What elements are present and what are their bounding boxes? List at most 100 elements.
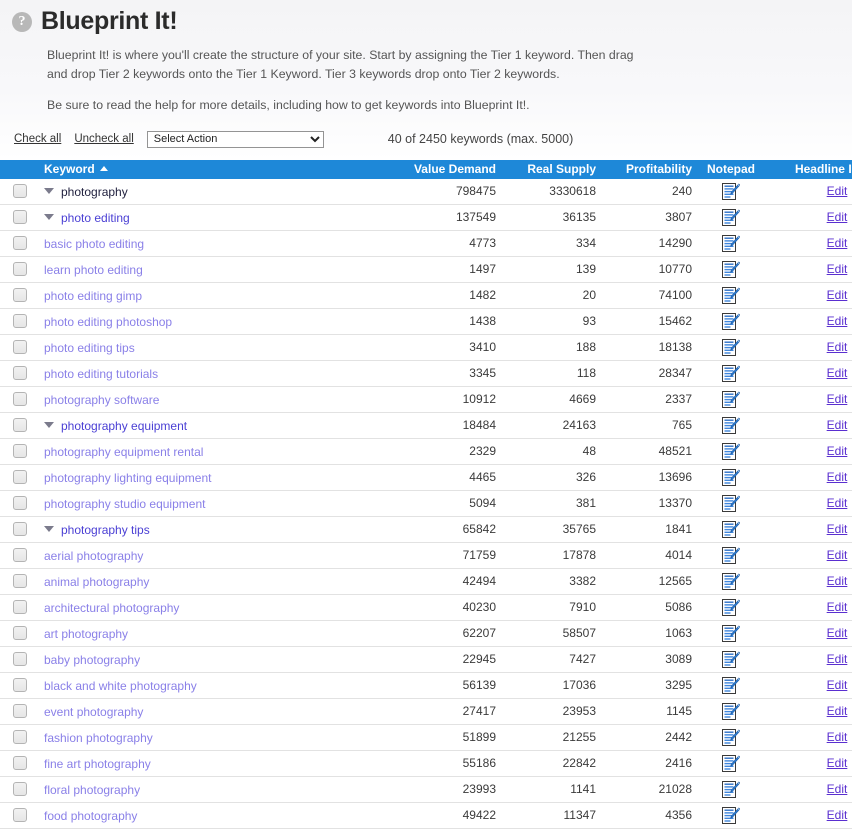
keyword-cell-tier3[interactable]: photography equipment rental [40,438,398,464]
table-row[interactable]: fashion photography51899212552442Edit [0,724,852,750]
keyword-label[interactable]: photo editing gimp [44,288,142,302]
table-row[interactable]: learn photo editing149713910770Edit [0,256,852,282]
keyword-cell-tier3[interactable]: photography studio equipment [40,490,398,516]
table-row[interactable]: photography equipment rental23294848521E… [0,438,852,464]
notepad-icon[interactable] [722,806,740,825]
keyword-label[interactable]: food photography [44,808,137,822]
keyword-label[interactable]: photography [61,184,128,198]
table-row[interactable]: baby photography2294574273089Edit [0,646,852,672]
edit-link[interactable]: Edit [827,210,848,224]
table-row[interactable]: photo editing137549361353807Edit [0,204,852,230]
notepad-icon[interactable] [722,182,740,201]
keyword-label[interactable]: photography lighting equipment [44,470,211,484]
edit-link[interactable]: Edit [827,444,848,458]
edit-link[interactable]: Edit [827,600,848,614]
row-checkbox[interactable] [13,236,27,250]
keyword-label[interactable]: art photography [44,626,128,640]
edit-link[interactable]: Edit [827,496,848,510]
keyword-label[interactable]: learn photo editing [44,262,143,276]
table-row[interactable]: art photography62207585071063Edit [0,620,852,646]
notepad-icon[interactable] [722,702,740,721]
notepad-icon[interactable] [722,286,740,305]
expand-collapse-caret-icon[interactable] [44,422,54,428]
edit-link[interactable]: Edit [827,782,848,796]
row-checkbox[interactable] [13,704,27,718]
keyword-cell-tier3[interactable]: basic photo editing [40,230,398,256]
edit-link[interactable]: Edit [827,548,848,562]
keyword-label[interactable]: fashion photography [44,730,153,744]
question-mark-circle-icon[interactable]: ? [12,12,32,32]
table-row[interactable]: floral photography23993114121028Edit [0,776,852,802]
row-checkbox[interactable] [13,314,27,328]
keyword-cell-tier3[interactable]: photo editing tutorials [40,360,398,386]
keyword-label[interactable]: animal photography [44,574,149,588]
table-row[interactable]: fine art photography55186228422416Edit [0,750,852,776]
keyword-cell-tier3[interactable]: aerial photography [40,542,398,568]
keyword-cell-tier3[interactable]: baby photography [40,646,398,672]
row-checkbox[interactable] [13,652,27,666]
notepad-icon[interactable] [722,728,740,747]
keyword-cell-tier3[interactable]: fashion photography [40,724,398,750]
keyword-label[interactable]: event photography [44,704,143,718]
row-checkbox[interactable] [13,470,27,484]
notepad-icon[interactable] [722,624,740,643]
row-checkbox[interactable] [13,418,27,432]
keyword-label[interactable]: photo editing tips [44,340,135,354]
expand-collapse-caret-icon[interactable] [44,526,54,532]
keyword-cell-tier3[interactable]: learn photo editing [40,256,398,282]
edit-link[interactable]: Edit [827,626,848,640]
table-row[interactable]: black and white photography5613917036329… [0,672,852,698]
keyword-label[interactable]: architectural photography [44,600,179,614]
row-checkbox[interactable] [13,522,27,536]
keyword-label[interactable]: photography equipment rental [44,444,203,458]
table-row[interactable]: photo editing tips341018818138Edit [0,334,852,360]
notepad-icon[interactable] [722,650,740,669]
uncheck-all-link[interactable]: Uncheck all [74,133,133,145]
keyword-label[interactable]: aerial photography [44,548,143,562]
edit-link[interactable]: Edit [827,340,848,354]
notepad-icon[interactable] [722,208,740,227]
keyword-cell-tier3[interactable]: photography lighting equipment [40,464,398,490]
row-checkbox[interactable] [13,548,27,562]
row-checkbox[interactable] [13,288,27,302]
notepad-icon[interactable] [722,468,740,487]
keyword-cell-tier3[interactable]: food photography [40,802,398,828]
notepad-icon[interactable] [722,390,740,409]
edit-link[interactable]: Edit [827,678,848,692]
table-row[interactable]: photography software1091246692337Edit [0,386,852,412]
edit-link[interactable]: Edit [827,418,848,432]
edit-link[interactable]: Edit [827,730,848,744]
keyword-cell-tier3[interactable]: event photography [40,698,398,724]
table-row[interactable]: event photography27417239531145Edit [0,698,852,724]
keyword-cell-tier2[interactable]: photography equipment [40,412,398,438]
notepad-icon[interactable] [722,780,740,799]
edit-link[interactable]: Edit [827,184,848,198]
row-checkbox[interactable] [13,184,27,198]
edit-link[interactable]: Edit [827,366,848,380]
edit-link[interactable]: Edit [827,314,848,328]
row-checkbox[interactable] [13,340,27,354]
notepad-icon[interactable] [722,312,740,331]
table-row[interactable]: photography7984753330618240Edit [0,179,852,205]
expand-collapse-caret-icon[interactable] [44,214,54,220]
keyword-cell-tier3[interactable]: architectural photography [40,594,398,620]
row-checkbox[interactable] [13,210,27,224]
notepad-icon[interactable] [722,676,740,695]
keyword-label[interactable]: photography software [44,392,159,406]
keyword-label[interactable]: fine art photography [44,756,151,770]
edit-link[interactable]: Edit [827,808,848,822]
keyword-cell-tier3[interactable]: photography software [40,386,398,412]
keyword-label[interactable]: black and white photography [44,678,197,692]
notepad-icon[interactable] [722,442,740,461]
row-checkbox[interactable] [13,600,27,614]
column-header-value-demand[interactable]: Value Demand [398,160,500,179]
edit-link[interactable]: Edit [827,470,848,484]
edit-link[interactable]: Edit [827,574,848,588]
row-checkbox[interactable] [13,366,27,380]
keyword-cell-tier3[interactable]: black and white photography [40,672,398,698]
edit-link[interactable]: Edit [827,288,848,302]
table-row[interactable]: architectural photography4023079105086Ed… [0,594,852,620]
row-checkbox[interactable] [13,730,27,744]
table-row[interactable]: animal photography42494338212565Edit [0,568,852,594]
notepad-icon[interactable] [722,338,740,357]
